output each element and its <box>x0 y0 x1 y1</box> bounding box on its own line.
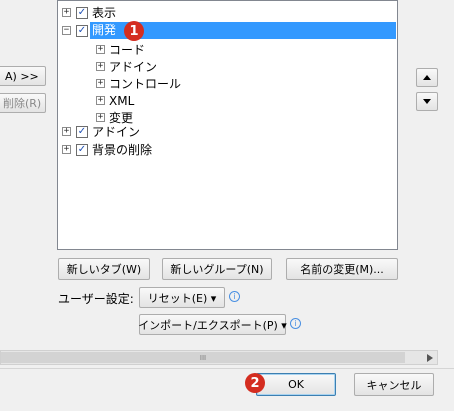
expand-icon[interactable]: + <box>96 113 105 122</box>
ribbon-tree[interactable]: + ✓ 表示 − ✓ 開発 + コード + アドイン + コントロール + XM… <box>57 0 398 250</box>
ok-label: OK <box>288 378 304 391</box>
new-group-button[interactable]: 新しいグループ(N) <box>162 258 272 280</box>
tree-item-addins-group[interactable]: + アドイン <box>96 58 157 75</box>
tree-item-label: アドイン <box>92 125 141 139</box>
info-icon: i <box>290 318 301 329</box>
tree-item-label: 表示 <box>92 6 117 20</box>
tree-item-label: コントロール <box>109 77 182 91</box>
checkbox[interactable]: ✓ <box>76 24 88 37</box>
tree-item-label: XML <box>109 93 135 108</box>
triangle-down-icon <box>423 99 431 104</box>
cancel-label: キャンセル <box>366 378 422 392</box>
tree-item-developer[interactable]: − ✓ 開発 <box>62 22 396 39</box>
cancel-button[interactable]: キャンセル <box>354 373 434 396</box>
tree-item-view[interactable]: + ✓ 表示 <box>62 4 116 21</box>
tree-item-xml[interactable]: + XML <box>96 92 134 109</box>
expand-icon[interactable]: + <box>96 62 105 71</box>
rename-button[interactable]: 名前の変更(M)... <box>286 258 398 280</box>
collapse-icon[interactable]: − <box>62 26 71 35</box>
import-export-label: インポート/エクスポート(P) ▾ <box>138 318 287 332</box>
expand-icon[interactable]: + <box>96 79 105 88</box>
move-up-button[interactable] <box>416 68 438 87</box>
reset-label: リセット(E) ▾ <box>147 291 217 305</box>
tree-item-remove-background[interactable]: + ✓ 背景の削除 <box>62 141 152 158</box>
new-tab-button[interactable]: 新しいタブ(W) <box>58 258 150 280</box>
tree-item-label: アドイン <box>109 60 158 74</box>
add-button[interactable]: A) >> <box>0 66 46 86</box>
ok-button[interactable]: OK <box>256 373 336 396</box>
expand-icon[interactable]: + <box>62 8 71 17</box>
expand-icon[interactable]: + <box>62 127 71 136</box>
grip-icon: III <box>199 353 207 362</box>
customize-label: ユーザー設定: <box>58 292 134 306</box>
import-export-dropdown[interactable]: インポート/エクスポート(P) ▾ <box>138 314 287 335</box>
divider <box>0 368 454 369</box>
info-icon: i <box>229 291 240 302</box>
checkbox[interactable]: ✓ <box>76 6 88 19</box>
scrollbar-thumb[interactable]: III <box>1 352 405 363</box>
horizontal-scrollbar[interactable]: III <box>0 350 438 365</box>
checkbox[interactable]: ✓ <box>76 125 88 138</box>
expand-icon[interactable]: + <box>96 96 105 105</box>
triangle-up-icon <box>423 75 431 80</box>
tree-item-addins[interactable]: + ✓ アドイン <box>62 123 140 140</box>
checkbox[interactable]: ✓ <box>76 143 88 156</box>
expand-icon[interactable]: + <box>96 45 105 54</box>
move-down-button[interactable] <box>416 92 438 111</box>
tree-item-code[interactable]: + コード <box>96 41 145 58</box>
new-group-label: 新しいグループ(N) <box>170 263 264 276</box>
new-tab-label: 新しいタブ(W) <box>66 263 142 276</box>
remove-button-label: 削除(R) <box>3 97 42 110</box>
add-button-label: A) >> <box>5 69 39 83</box>
expand-icon[interactable]: + <box>62 145 71 154</box>
tree-item-label: 背景の削除 <box>92 143 153 157</box>
tree-item-controls[interactable]: + コントロール <box>96 75 181 92</box>
remove-button[interactable]: 削除(R) <box>0 93 46 113</box>
rename-label: 名前の変更(M)... <box>300 263 384 276</box>
tree-item-label: コード <box>109 43 146 57</box>
callout-badge-1: 1 <box>124 21 144 41</box>
scroll-right-icon[interactable] <box>427 354 433 362</box>
callout-badge-2: 2 <box>245 373 265 393</box>
reset-dropdown[interactable]: リセット(E) ▾ <box>139 287 225 308</box>
